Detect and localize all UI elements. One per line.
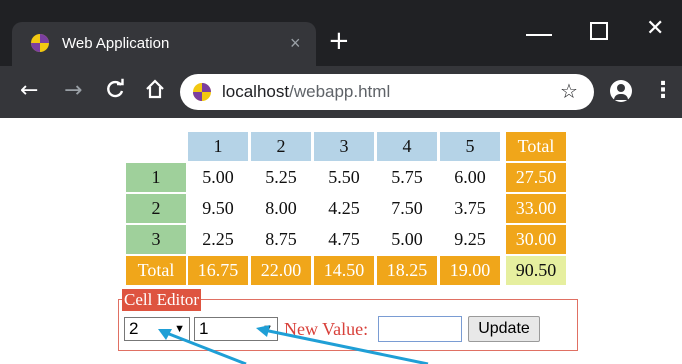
- annotation-arrows: [158, 325, 429, 364]
- column-select-pointer-arrow: [263, 328, 429, 364]
- column-select-pointer-arrowhead: [256, 325, 270, 337]
- row-select-pointer-arrow: [163, 330, 247, 364]
